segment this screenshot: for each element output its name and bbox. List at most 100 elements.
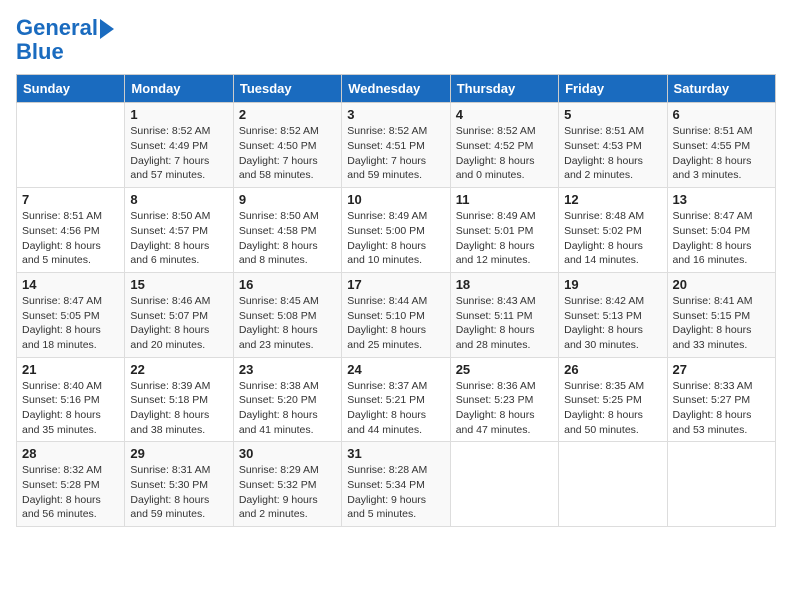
calendar-cell: 1 Sunrise: 8:52 AMSunset: 4:49 PMDaylight…: [125, 103, 233, 188]
calendar-cell: 8 Sunrise: 8:50 AMSunset: 4:57 PMDaylight…: [125, 188, 233, 273]
calendar-cell: 21Sunrise: 8:40 AMSunset: 5:16 PMDayligh…: [17, 357, 125, 442]
calendar-header-thursday: Thursday: [450, 75, 558, 103]
calendar-cell: 24 Sunrise: 8:37 AMSunset: 5:21 PMDayligh…: [342, 357, 450, 442]
calendar-cell: 27 Sunrise: 8:33 AMSunset: 5:27 PMDayligh…: [667, 357, 775, 442]
day-number: 24: [347, 362, 444, 377]
day-detail: Sunrise: 8:49 AMSunset: 5:00 PMDaylight:…: [347, 209, 444, 268]
calendar-cell: 10 Sunrise: 8:49 AMSunset: 5:00 PMDayligh…: [342, 188, 450, 273]
day-detail: Sunrise: 8:35 AMSunset: 5:25 PMDaylight:…: [564, 379, 661, 438]
calendar-cell: 7 Sunrise: 8:51 AMSunset: 4:56 PMDaylight…: [17, 188, 125, 273]
day-detail: Sunrise: 8:33 AMSunset: 5:27 PMDaylight:…: [673, 379, 770, 438]
calendar-cell: 15 Sunrise: 8:46 AMSunset: 5:07 PMDayligh…: [125, 272, 233, 357]
day-number: 14: [22, 277, 119, 292]
day-number: 15: [130, 277, 227, 292]
calendar-cell: 17 Sunrise: 8:44 AMSunset: 5:10 PMDayligh…: [342, 272, 450, 357]
day-detail: Sunrise: 8:43 AMSunset: 5:11 PMDaylight:…: [456, 294, 553, 353]
day-detail: Sunrise: 8:50 AMSunset: 4:58 PMDaylight:…: [239, 209, 336, 268]
day-detail: Sunrise: 8:39 AMSunset: 5:18 PMDaylight:…: [130, 379, 227, 438]
day-detail: Sunrise: 8:32 AMSunset: 5:28 PMDaylight:…: [22, 463, 119, 522]
day-number: 20: [673, 277, 770, 292]
day-number: 19: [564, 277, 661, 292]
calendar-cell: 25Sunrise: 8:36 AMSunset: 5:23 PMDayligh…: [450, 357, 558, 442]
day-detail: Sunrise: 8:28 AMSunset: 5:34 PMDaylight:…: [347, 463, 444, 522]
day-number: 26: [564, 362, 661, 377]
day-detail: Sunrise: 8:52 AMSunset: 4:50 PMDaylight:…: [239, 124, 336, 183]
day-detail: Sunrise: 8:47 AMSunset: 5:04 PMDaylight:…: [673, 209, 770, 268]
day-detail: Sunrise: 8:42 AMSunset: 5:13 PMDaylight:…: [564, 294, 661, 353]
calendar-cell: 13 Sunrise: 8:47 AMSunset: 5:04 PMDayligh…: [667, 188, 775, 273]
day-number: 7: [22, 192, 119, 207]
day-number: 17: [347, 277, 444, 292]
calendar-cell: 4 Sunrise: 8:52 AMSunset: 4:52 PMDaylight…: [450, 103, 558, 188]
day-detail: Sunrise: 8:51 AMSunset: 4:56 PMDaylight:…: [22, 209, 119, 268]
day-detail: Sunrise: 8:47 AMSunset: 5:05 PMDaylight:…: [22, 294, 119, 353]
calendar-cell: 5 Sunrise: 8:51 AMSunset: 4:53 PMDaylight…: [559, 103, 667, 188]
calendar-cell: 19 Sunrise: 8:42 AMSunset: 5:13 PMDayligh…: [559, 272, 667, 357]
calendar-header-row: SundayMondayTuesdayWednesdayThursdayFrid…: [17, 75, 776, 103]
calendar-header-tuesday: Tuesday: [233, 75, 341, 103]
day-number: 5: [564, 107, 661, 122]
day-number: 31: [347, 446, 444, 461]
calendar-cell: 31 Sunrise: 8:28 AMSunset: 5:34 PMDayligh…: [342, 442, 450, 527]
calendar-cell: 6 Sunrise: 8:51 AMSunset: 4:55 PMDaylight…: [667, 103, 775, 188]
day-detail: Sunrise: 8:41 AMSunset: 5:15 PMDaylight:…: [673, 294, 770, 353]
calendar-cell: [450, 442, 558, 527]
calendar-table: SundayMondayTuesdayWednesdayThursdayFrid…: [16, 74, 776, 527]
day-number: 11: [456, 192, 553, 207]
calendar-cell: 14 Sunrise: 8:47 AMSunset: 5:05 PMDayligh…: [17, 272, 125, 357]
day-detail: Sunrise: 8:31 AMSunset: 5:30 PMDaylight:…: [130, 463, 227, 522]
day-detail: Sunrise: 8:36 AMSunset: 5:23 PMDaylight:…: [456, 379, 553, 438]
calendar-week-row: 1 Sunrise: 8:52 AMSunset: 4:49 PMDaylight…: [17, 103, 776, 188]
day-number: 6: [673, 107, 770, 122]
day-detail: Sunrise: 8:46 AMSunset: 5:07 PMDaylight:…: [130, 294, 227, 353]
day-number: 18: [456, 277, 553, 292]
calendar-header-wednesday: Wednesday: [342, 75, 450, 103]
calendar-week-row: 7 Sunrise: 8:51 AMSunset: 4:56 PMDaylight…: [17, 188, 776, 273]
day-detail: Sunrise: 8:51 AMSunset: 4:55 PMDaylight:…: [673, 124, 770, 183]
day-detail: Sunrise: 8:29 AMSunset: 5:32 PMDaylight:…: [239, 463, 336, 522]
day-detail: Sunrise: 8:49 AMSunset: 5:01 PMDaylight:…: [456, 209, 553, 268]
day-number: 8: [130, 192, 227, 207]
day-detail: Sunrise: 8:44 AMSunset: 5:10 PMDaylight:…: [347, 294, 444, 353]
calendar-cell: 20 Sunrise: 8:41 AMSunset: 5:15 PMDayligh…: [667, 272, 775, 357]
day-number: 4: [456, 107, 553, 122]
logo-arrow-icon: [100, 19, 114, 39]
calendar-cell: 16 Sunrise: 8:45 AMSunset: 5:08 PMDayligh…: [233, 272, 341, 357]
logo-text-bottom: Blue: [16, 40, 114, 64]
calendar-cell: [559, 442, 667, 527]
day-number: 30: [239, 446, 336, 461]
day-number: 29: [130, 446, 227, 461]
calendar-cell: 9Sunrise: 8:50 AMSunset: 4:58 PMDaylight…: [233, 188, 341, 273]
calendar-cell: 11 Sunrise: 8:49 AMSunset: 5:01 PMDayligh…: [450, 188, 558, 273]
day-detail: Sunrise: 8:38 AMSunset: 5:20 PMDaylight:…: [239, 379, 336, 438]
day-number: 28: [22, 446, 119, 461]
day-detail: Sunrise: 8:51 AMSunset: 4:53 PMDaylight:…: [564, 124, 661, 183]
calendar-header-monday: Monday: [125, 75, 233, 103]
page-header: General Blue: [16, 16, 776, 64]
logo-text-top: General: [16, 16, 98, 40]
calendar-header-sunday: Sunday: [17, 75, 125, 103]
day-detail: Sunrise: 8:52 AMSunset: 4:51 PMDaylight:…: [347, 124, 444, 183]
calendar-cell: 2Sunrise: 8:52 AMSunset: 4:50 PMDaylight…: [233, 103, 341, 188]
day-detail: Sunrise: 8:50 AMSunset: 4:57 PMDaylight:…: [130, 209, 227, 268]
calendar-cell: 30 Sunrise: 8:29 AMSunset: 5:32 PMDayligh…: [233, 442, 341, 527]
day-detail: Sunrise: 8:52 AMSunset: 4:49 PMDaylight:…: [130, 124, 227, 183]
day-detail: Sunrise: 8:48 AMSunset: 5:02 PMDaylight:…: [564, 209, 661, 268]
day-detail: Sunrise: 8:37 AMSunset: 5:21 PMDaylight:…: [347, 379, 444, 438]
calendar-week-row: 14 Sunrise: 8:47 AMSunset: 5:05 PMDayligh…: [17, 272, 776, 357]
day-number: 12: [564, 192, 661, 207]
calendar-header-saturday: Saturday: [667, 75, 775, 103]
calendar-week-row: 28 Sunrise: 8:32 AMSunset: 5:28 PMDayligh…: [17, 442, 776, 527]
day-number: 16: [239, 277, 336, 292]
day-number: 1: [130, 107, 227, 122]
calendar-cell: 12 Sunrise: 8:48 AMSunset: 5:02 PMDayligh…: [559, 188, 667, 273]
day-detail: Sunrise: 8:45 AMSunset: 5:08 PMDaylight:…: [239, 294, 336, 353]
calendar-cell: 23Sunrise: 8:38 AMSunset: 5:20 PMDayligh…: [233, 357, 341, 442]
day-detail: Sunrise: 8:52 AMSunset: 4:52 PMDaylight:…: [456, 124, 553, 183]
calendar-cell: 22Sunrise: 8:39 AMSunset: 5:18 PMDayligh…: [125, 357, 233, 442]
calendar-cell: [667, 442, 775, 527]
day-number: 27: [673, 362, 770, 377]
day-number: 13: [673, 192, 770, 207]
day-number: 10: [347, 192, 444, 207]
day-detail: Sunrise: 8:40 AMSunset: 5:16 PMDaylight:…: [22, 379, 119, 438]
